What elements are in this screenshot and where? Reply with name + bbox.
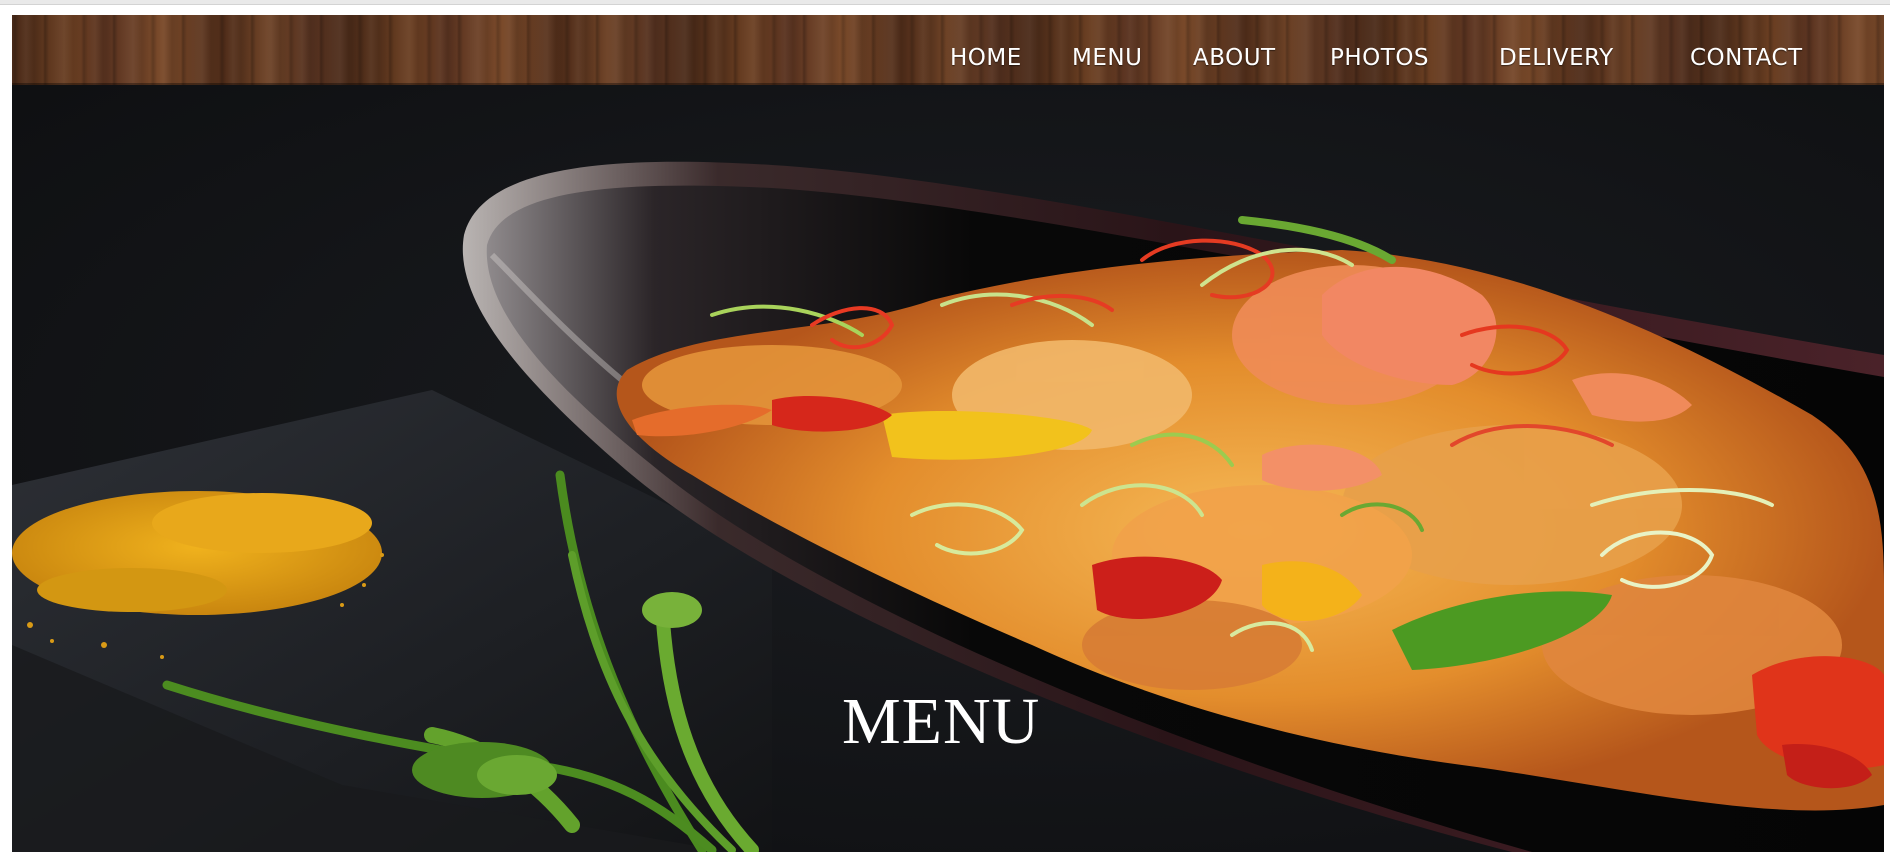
- hero-banner: MENU: [12, 85, 1884, 852]
- nav-delivery[interactable]: DELIVERY: [1499, 45, 1614, 71]
- nav-home[interactable]: HOME: [950, 45, 1022, 71]
- nav-about[interactable]: ABOUT: [1193, 45, 1276, 71]
- hero-title: MENU: [842, 685, 1041, 758]
- nav-menu[interactable]: MENU: [1072, 45, 1142, 71]
- nav-photos[interactable]: PHOTOS: [1330, 45, 1429, 71]
- page: HOME MENU ABOUT PHOTOS DELIVERY CONTACT: [0, 0, 1890, 852]
- site-frame: HOME MENU ABOUT PHOTOS DELIVERY CONTACT: [12, 15, 1884, 852]
- nav-contact[interactable]: CONTACT: [1690, 45, 1803, 71]
- navbar-wood: HOME MENU ABOUT PHOTOS DELIVERY CONTACT: [12, 15, 1884, 85]
- browser-top-border: [0, 0, 1890, 5]
